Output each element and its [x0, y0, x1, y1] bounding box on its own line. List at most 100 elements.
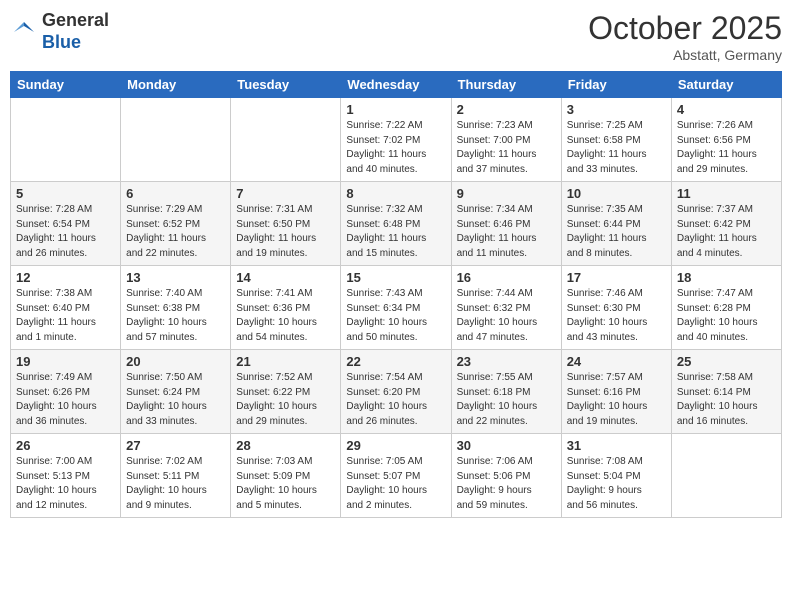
day-info: Sunrise: 7:58 AM Sunset: 6:14 PM Dayligh…: [677, 371, 776, 429]
weekday-header: Tuesday: [231, 72, 341, 98]
calendar-day-cell: 18 Sunrise: 7:47 AM Sunset: 6:28 PM Dayli…: [671, 266, 781, 350]
calendar-day-cell: 9Sunrise: 7:34 AM Sunset: 6:46 PM Daylig…: [451, 182, 561, 266]
day-info: Sunrise: 7:38 AM Sunset: 6:40 PM Dayligh…: [16, 287, 115, 345]
day-number: 10: [567, 186, 666, 201]
logo-text: General Blue: [42, 10, 109, 53]
calendar-day-cell: 16Sunrise: 7:44 AM Sunset: 6:32 PM Dayli…: [451, 266, 561, 350]
day-info: Sunrise: 7:26 AM Sunset: 6:56 PM Dayligh…: [677, 119, 776, 177]
day-number: 29: [346, 438, 445, 453]
calendar-day-cell: 15 Sunrise: 7:43 AM Sunset: 6:34 PM Dayli…: [341, 266, 451, 350]
logo-icon: [10, 18, 38, 46]
calendar-table: SundayMondayTuesdayWednesdayThursdayFrid…: [10, 71, 782, 518]
day-info: Sunrise: 7:47 AM Sunset: 6:28 PM Dayligh…: [677, 287, 776, 345]
day-info: Sunrise: 7:43 AM Sunset: 6:34 PM Dayligh…: [346, 287, 445, 345]
day-info: Sunrise: 7:44 AM Sunset: 6:32 PM Dayligh…: [457, 287, 556, 345]
day-number: 13: [126, 270, 225, 285]
day-number: 22: [346, 354, 445, 369]
calendar-day-cell: [121, 98, 231, 182]
calendar-week-row: 12 Sunrise: 7:38 AM Sunset: 6:40 PM Dayli…: [11, 266, 782, 350]
weekday-header: Friday: [561, 72, 671, 98]
weekday-header: Saturday: [671, 72, 781, 98]
calendar-week-row: 19 Sunrise: 7:49 AM Sunset: 6:26 PM Dayli…: [11, 350, 782, 434]
day-info: Sunrise: 7:49 AM Sunset: 6:26 PM Dayligh…: [16, 371, 115, 429]
calendar-day-cell: [231, 98, 341, 182]
day-number: 12: [16, 270, 115, 285]
weekday-header: Wednesday: [341, 72, 451, 98]
day-number: 30: [457, 438, 556, 453]
day-info: Sunrise: 7:35 AM Sunset: 6:44 PM Dayligh…: [567, 203, 666, 261]
day-info: Sunrise: 7:23 AM Sunset: 7:00 PM Dayligh…: [457, 119, 556, 177]
day-info: Sunrise: 7:57 AM Sunset: 6:16 PM Dayligh…: [567, 371, 666, 429]
day-info: Sunrise: 7:08 AM Sunset: 5:04 PM Dayligh…: [567, 455, 666, 513]
day-info: Sunrise: 7:06 AM Sunset: 5:06 PM Dayligh…: [457, 455, 556, 513]
day-number: 27: [126, 438, 225, 453]
calendar-day-cell: 30 Sunrise: 7:06 AM Sunset: 5:06 PM Dayli…: [451, 434, 561, 518]
day-number: 2: [457, 102, 556, 117]
calendar-week-row: 5 Sunrise: 7:28 AM Sunset: 6:54 PM Daylig…: [11, 182, 782, 266]
day-info: Sunrise: 7:52 AM Sunset: 6:22 PM Dayligh…: [236, 371, 335, 429]
weekday-header: Thursday: [451, 72, 561, 98]
day-number: 31: [567, 438, 666, 453]
day-info: Sunrise: 7:50 AM Sunset: 6:24 PM Dayligh…: [126, 371, 225, 429]
calendar-day-cell: 22Sunrise: 7:54 AM Sunset: 6:20 PM Dayli…: [341, 350, 451, 434]
calendar-day-cell: 2 Sunrise: 7:23 AM Sunset: 7:00 PM Daylig…: [451, 98, 561, 182]
day-number: 20: [126, 354, 225, 369]
calendar-day-cell: 8Sunrise: 7:32 AM Sunset: 6:48 PM Daylig…: [341, 182, 451, 266]
calendar-day-cell: 6 Sunrise: 7:29 AM Sunset: 6:52 PM Daylig…: [121, 182, 231, 266]
page-header: General Blue October 2025 Abstatt, Germa…: [10, 10, 782, 63]
day-info: Sunrise: 7:40 AM Sunset: 6:38 PM Dayligh…: [126, 287, 225, 345]
day-number: 9: [457, 186, 556, 201]
day-number: 4: [677, 102, 776, 117]
calendar-day-cell: 7Sunrise: 7:31 AM Sunset: 6:50 PM Daylig…: [231, 182, 341, 266]
title-block: October 2025 Abstatt, Germany: [588, 10, 782, 63]
day-info: Sunrise: 7:05 AM Sunset: 5:07 PM Dayligh…: [346, 455, 445, 513]
calendar-day-cell: 14Sunrise: 7:41 AM Sunset: 6:36 PM Dayli…: [231, 266, 341, 350]
calendar-day-cell: 26Sunrise: 7:00 AM Sunset: 5:13 PM Dayli…: [11, 434, 121, 518]
day-number: 7: [236, 186, 335, 201]
calendar-day-cell: 17 Sunrise: 7:46 AM Sunset: 6:30 PM Dayli…: [561, 266, 671, 350]
calendar-day-cell: 27Sunrise: 7:02 AM Sunset: 5:11 PM Dayli…: [121, 434, 231, 518]
calendar-day-cell: 20 Sunrise: 7:50 AM Sunset: 6:24 PM Dayli…: [121, 350, 231, 434]
day-number: 28: [236, 438, 335, 453]
day-number: 21: [236, 354, 335, 369]
calendar-day-cell: 29 Sunrise: 7:05 AM Sunset: 5:07 PM Dayli…: [341, 434, 451, 518]
logo-general-text: General: [42, 10, 109, 30]
day-info: Sunrise: 7:46 AM Sunset: 6:30 PM Dayligh…: [567, 287, 666, 345]
weekday-header-row: SundayMondayTuesdayWednesdayThursdayFrid…: [11, 72, 782, 98]
calendar-day-cell: 11Sunrise: 7:37 AM Sunset: 6:42 PM Dayli…: [671, 182, 781, 266]
day-info: Sunrise: 7:25 AM Sunset: 6:58 PM Dayligh…: [567, 119, 666, 177]
calendar-day-cell: 21 Sunrise: 7:52 AM Sunset: 6:22 PM Dayli…: [231, 350, 341, 434]
logo: General Blue: [10, 10, 109, 53]
day-number: 11: [677, 186, 776, 201]
day-number: 17: [567, 270, 666, 285]
day-number: 24: [567, 354, 666, 369]
weekday-header: Sunday: [11, 72, 121, 98]
day-number: 1: [346, 102, 445, 117]
day-number: 5: [16, 186, 115, 201]
calendar-day-cell: 31 Sunrise: 7:08 AM Sunset: 5:04 PM Dayli…: [561, 434, 671, 518]
day-info: Sunrise: 7:28 AM Sunset: 6:54 PM Dayligh…: [16, 203, 115, 261]
calendar-day-cell: 5 Sunrise: 7:28 AM Sunset: 6:54 PM Daylig…: [11, 182, 121, 266]
day-info: Sunrise: 7:29 AM Sunset: 6:52 PM Dayligh…: [126, 203, 225, 261]
logo-blue-text: Blue: [42, 32, 81, 52]
day-number: 18: [677, 270, 776, 285]
calendar-day-cell: 13 Sunrise: 7:40 AM Sunset: 6:38 PM Dayli…: [121, 266, 231, 350]
calendar-day-cell: 24 Sunrise: 7:57 AM Sunset: 6:16 PM Dayli…: [561, 350, 671, 434]
day-number: 23: [457, 354, 556, 369]
calendar-week-row: 26Sunrise: 7:00 AM Sunset: 5:13 PM Dayli…: [11, 434, 782, 518]
day-info: Sunrise: 7:22 AM Sunset: 7:02 PM Dayligh…: [346, 119, 445, 177]
day-info: Sunrise: 7:55 AM Sunset: 6:18 PM Dayligh…: [457, 371, 556, 429]
day-info: Sunrise: 7:41 AM Sunset: 6:36 PM Dayligh…: [236, 287, 335, 345]
calendar-week-row: 1 Sunrise: 7:22 AM Sunset: 7:02 PM Daylig…: [11, 98, 782, 182]
calendar-day-cell: 28 Sunrise: 7:03 AM Sunset: 5:09 PM Dayli…: [231, 434, 341, 518]
calendar-day-cell: [11, 98, 121, 182]
day-number: 19: [16, 354, 115, 369]
calendar-day-cell: 1 Sunrise: 7:22 AM Sunset: 7:02 PM Daylig…: [341, 98, 451, 182]
day-info: Sunrise: 7:03 AM Sunset: 5:09 PM Dayligh…: [236, 455, 335, 513]
day-number: 25: [677, 354, 776, 369]
day-info: Sunrise: 7:00 AM Sunset: 5:13 PM Dayligh…: [16, 455, 115, 513]
location: Abstatt, Germany: [588, 47, 782, 63]
day-number: 3: [567, 102, 666, 117]
day-number: 6: [126, 186, 225, 201]
day-number: 15: [346, 270, 445, 285]
